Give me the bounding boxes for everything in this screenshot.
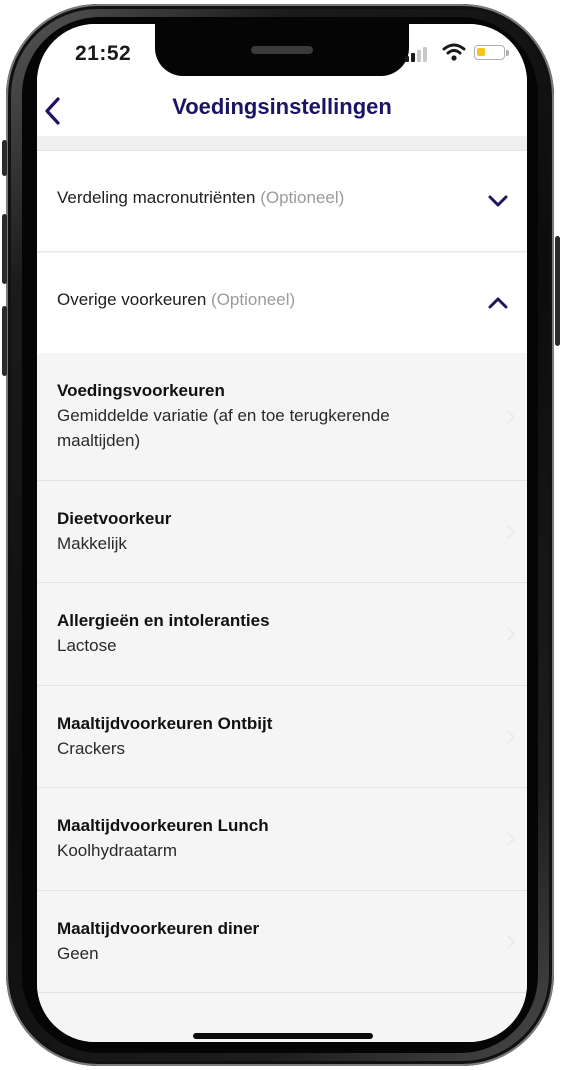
preference-label: Maaltijdvoorkeuren Ontbijt [57,714,273,733]
accordion-other-preferences[interactable]: Overige voorkeuren (Optioneel) [37,253,527,353]
accordion-macronutrient-distribution[interactable]: Verdeling macronutriënten (Optioneel) [37,151,527,252]
home-indicator[interactable] [193,1033,373,1039]
chevron-down-icon [488,195,508,207]
power-button [555,236,560,346]
app-screen: 21:52 Voedingsinstellingen Verdeling mac… [37,24,527,1042]
list-item-dieetvoorkeur[interactable]: Dieetvoorkeur Makkelijk [37,481,527,583]
list-item-lunch-preferences[interactable]: Maaltijdvoorkeuren Lunch Koolhydraatarm [37,788,527,891]
battery-tip [506,50,509,56]
preference-value: Geen [57,944,99,963]
accordion-label: Verdeling macronutriënten [57,188,256,207]
mute-switch [2,140,7,176]
accordion-title: Overige voorkeuren (Optioneel) [57,290,295,310]
accordion-label: Overige voorkeuren [57,290,207,309]
preference-label: Maaltijdvoorkeuren diner [57,919,260,938]
preference-label: Allergieën en intoleranties [57,611,270,630]
list-item-voedingsvoorkeuren[interactable]: Voedingsvoorkeuren Gemiddelde variatie (… [37,353,527,481]
preferences-list: Voedingsvoorkeuren Gemiddelde variatie (… [37,353,527,993]
optional-tag: (Optioneel) [211,290,296,309]
status-time: 21:52 [75,42,132,65]
notch [155,24,409,76]
chevron-right-icon [507,409,516,424]
battery-icon [474,45,505,60]
preference-value: Crackers [57,739,126,758]
speaker-grille [251,46,313,54]
status-bar: 21:52 [37,24,527,90]
preference-value: Lactose [57,636,117,655]
list-item-allergies[interactable]: Allergieën en intoleranties Lactose [37,583,527,686]
preference-label: Dieetvoorkeur [57,509,172,528]
page-title: Voedingsinstellingen [172,94,392,119]
section-divider [37,136,527,151]
optional-tag: (Optioneel) [260,188,345,207]
preference-label: Maaltijdvoorkeuren Lunch [57,816,269,835]
volume-up-button [2,214,7,284]
chevron-right-icon [507,729,516,744]
preference-value: Koolhydraatarm [57,841,178,860]
chevron-right-icon [507,934,516,949]
preference-label: Voedingsvoorkeuren [57,381,225,400]
list-item-breakfast-preferences[interactable]: Maaltijdvoorkeuren Ontbijt Crackers [37,686,527,788]
accordion-title: Verdeling macronutriënten (Optioneel) [57,188,344,208]
chevron-right-icon [507,832,516,846]
list-item-dinner-preferences[interactable]: Maaltijdvoorkeuren diner Geen [37,891,527,993]
chevron-right-icon [507,627,516,641]
chevron-up-icon [488,297,508,309]
preference-value: Makkelijk [57,534,127,553]
signal-icon [405,47,427,62]
app-header: Voedingsinstellingen [37,90,527,136]
battery-level [477,48,485,56]
chevron-right-icon [507,524,516,539]
wifi-icon [442,43,466,61]
preference-value: Gemiddelde variatie (af en toe terugkere… [57,406,390,450]
volume-down-button [2,306,7,376]
